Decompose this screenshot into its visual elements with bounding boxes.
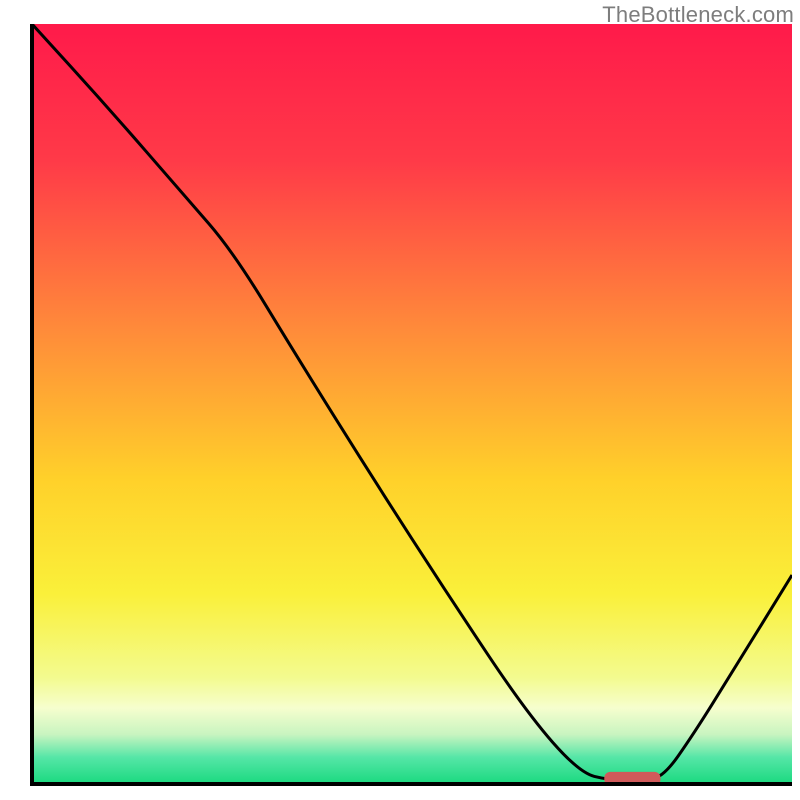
plot-svg <box>0 0 800 800</box>
bottleneck-chart: TheBottleneck.com <box>0 0 800 800</box>
plot-background <box>32 24 792 784</box>
